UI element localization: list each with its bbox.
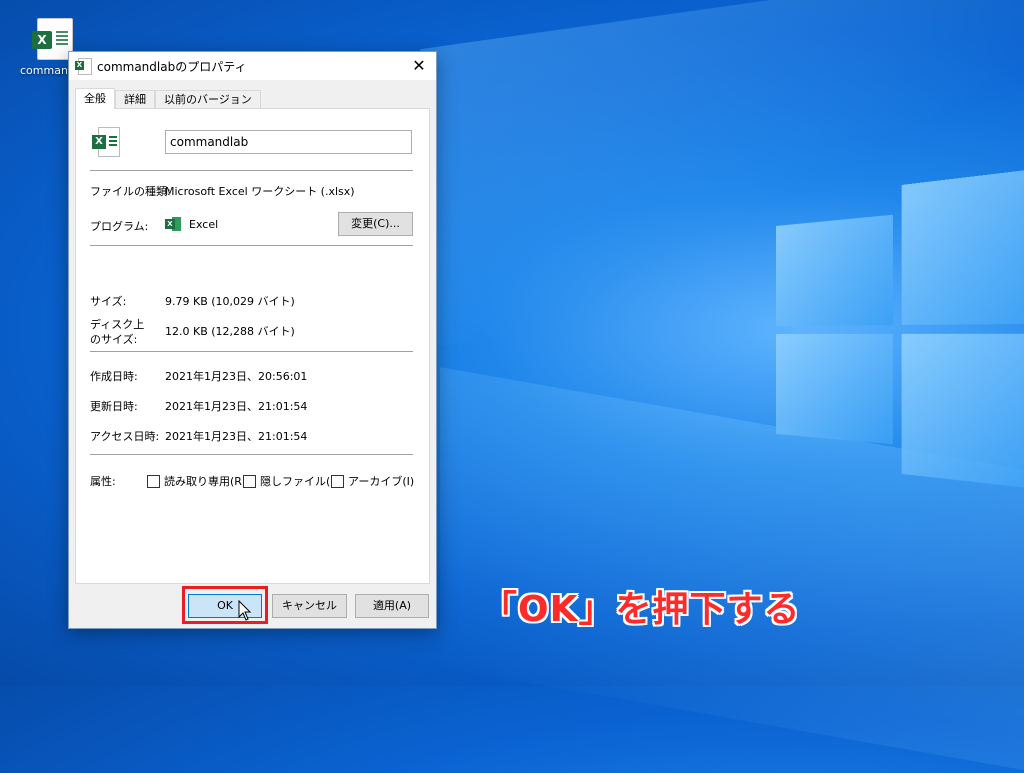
checkbox-box[interactable] — [147, 475, 160, 488]
tab-previous-versions[interactable]: 以前のバージョン — [155, 90, 261, 109]
archive-label: アーカイブ(I) — [348, 473, 414, 489]
size-value: 9.79 KB (10,029 バイト) — [165, 293, 295, 309]
tab-details[interactable]: 詳細 — [115, 90, 155, 109]
divider — [90, 245, 413, 246]
mouse-cursor-icon — [238, 600, 252, 622]
accessed-label: アクセス日時: — [90, 428, 159, 444]
instruction-caption: 「OK」を押下する — [481, 580, 801, 632]
divider — [90, 170, 413, 171]
divider — [90, 454, 413, 455]
file-name-input[interactable] — [165, 130, 412, 154]
properties-dialog: X commandlabのプロパティ ✕ 全般 詳細 以前のバージョン X ファ… — [68, 51, 437, 629]
disk-size-value: 12.0 KB (12,288 バイト) — [165, 323, 295, 339]
windows-logo-wallpaper — [776, 167, 1024, 502]
checkbox-box[interactable] — [331, 475, 344, 488]
change-program-button[interactable]: 変更(C)... — [338, 212, 413, 236]
readonly-checkbox[interactable]: 読み取り専用(R) — [147, 473, 246, 489]
created-label: 作成日時: — [90, 368, 138, 384]
archive-checkbox[interactable]: アーカイブ(I) — [331, 473, 414, 489]
tab-strip: 全般 詳細 以前のバージョン — [75, 88, 261, 108]
accessed-value: 2021年1月23日、21:01:54 — [165, 428, 307, 444]
excel-app-icon: X — [165, 216, 181, 232]
modified-label: 更新日時: — [90, 398, 138, 414]
cancel-button[interactable]: キャンセル — [272, 594, 347, 618]
created-value: 2021年1月23日、20:56:01 — [165, 368, 307, 384]
dialog-title: commandlabのプロパティ — [97, 58, 246, 75]
divider — [90, 351, 413, 352]
size-label: サイズ: — [90, 293, 126, 309]
tab-general[interactable]: 全般 — [75, 88, 115, 109]
program-value: Excel — [189, 218, 218, 231]
modified-value: 2021年1月23日、21:01:54 — [165, 398, 307, 414]
excel-file-icon: X — [92, 127, 118, 157]
hidden-checkbox[interactable]: 隠しファイル(H) — [243, 473, 343, 489]
file-type-label: ファイルの種類: — [90, 183, 171, 199]
close-icon[interactable]: ✕ — [402, 52, 436, 80]
excel-file-icon: X — [75, 58, 91, 74]
attributes-label: 属性: — [90, 473, 116, 489]
readonly-label: 読み取り専用(R) — [164, 473, 246, 489]
disk-size-label: ディスク上 のサイズ: — [90, 317, 144, 347]
ok-highlight-box — [182, 586, 268, 624]
program-label: プログラム: — [90, 218, 148, 234]
apply-button[interactable]: 適用(A) — [355, 594, 429, 618]
general-tab-panel: X ファイルの種類: Microsoft Excel ワークシート (.xlsx… — [75, 108, 430, 584]
checkbox-box[interactable] — [243, 475, 256, 488]
dialog-titlebar[interactable]: X commandlabのプロパティ ✕ — [69, 52, 436, 80]
file-type-value: Microsoft Excel ワークシート (.xlsx) — [165, 183, 355, 199]
